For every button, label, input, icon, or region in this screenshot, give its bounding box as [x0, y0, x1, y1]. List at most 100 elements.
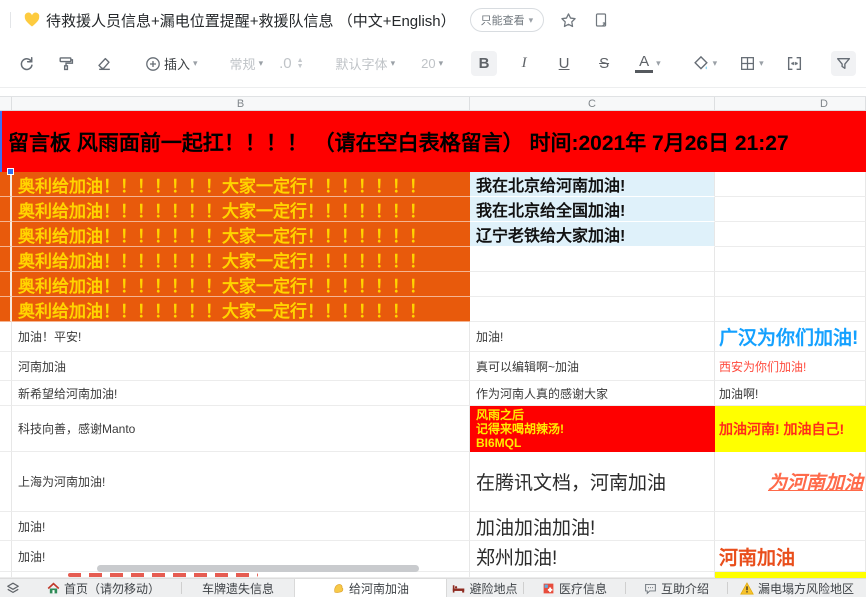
column-header-c[interactable]: C — [470, 97, 715, 110]
sheet-tab-risk-areas[interactable]: 漏电塌方风险地区 — [728, 579, 866, 597]
cell-c[interactable]: 我在北京给全国加油! — [470, 197, 715, 222]
bold-button[interactable]: B — [471, 51, 497, 76]
cell-b[interactable]: 奥利给加油！！！！！！！大家一定行！！！！！！！ — [12, 172, 470, 197]
sheet-tab-license-lost[interactable]: 车牌遗失信息 — [182, 579, 294, 597]
sheet-tab-label: 车牌遗失信息 — [202, 580, 274, 597]
insert-label: 插入 — [164, 54, 190, 73]
cell-d[interactable]: 广汉为你们加油! — [715, 322, 866, 352]
redo-icon[interactable] — [14, 51, 39, 76]
cell-d[interactable] — [715, 222, 866, 247]
cell-text: 郑州加油! — [476, 543, 557, 570]
cell-b[interactable]: 上海为河南加油! — [12, 452, 470, 512]
share-icon[interactable] — [593, 12, 609, 29]
cell-a[interactable] — [0, 406, 12, 452]
sheet-tab-shelter[interactable]: 避险地点 — [447, 579, 523, 597]
banner-row[interactable]: 留言板 风雨面前一起扛！！！！ （请在空白表格留言） 时间:2021年 7月26… — [0, 111, 866, 172]
cell-b[interactable]: 奥利给加油！！！！！！！大家一定行！！！！！！！ — [12, 222, 470, 247]
cell-c[interactable]: 风雨之后 记得来喝胡辣汤! BI6MQL — [470, 406, 715, 452]
decimal-stepper[interactable]: .0 ▲▼ — [275, 51, 307, 76]
cell-b[interactable]: 奥利给加油！！！！！！！大家一定行！！！！！！！ — [12, 272, 470, 297]
cell-d[interactable] — [715, 572, 866, 578]
cell-d[interactable]: 加油河南! 加油自己! — [715, 406, 866, 452]
cell-c[interactable]: 作为河南人真的感谢大家 — [470, 381, 715, 406]
font-color-button[interactable]: A ▾ — [631, 50, 665, 77]
table-row-clipped — [0, 572, 866, 578]
cell-a[interactable] — [0, 572, 12, 578]
cell-d[interactable]: 河南加油 — [715, 541, 866, 572]
cell-b[interactable]: 河南加油 — [12, 352, 470, 381]
sheet-tab-henan-cheer[interactable]: 给河南加油 — [294, 579, 447, 597]
cell-b[interactable]: 奥利给加油！！！！！！！大家一定行！！！！！！！ — [12, 247, 470, 272]
cell-a[interactable] — [0, 512, 12, 541]
strikethrough-button[interactable]: S — [591, 51, 617, 76]
format-painter-icon[interactable] — [53, 51, 78, 76]
cell-a[interactable] — [0, 172, 12, 197]
cell-a[interactable] — [0, 352, 12, 381]
cell-c[interactable]: 我在北京给河南加油! — [470, 172, 715, 197]
italic-button[interactable]: I — [511, 51, 537, 76]
star-icon[interactable] — [560, 12, 577, 29]
borders-button[interactable]: ▾ — [735, 51, 768, 76]
fill-color-button[interactable]: ▾ — [689, 51, 722, 76]
column-header-a[interactable] — [0, 97, 12, 110]
cell-d[interactable] — [715, 197, 866, 222]
cell-b[interactable] — [12, 572, 470, 578]
home-icon — [47, 582, 60, 595]
number-format-dropdown[interactable]: 常规 ▾ — [226, 50, 268, 77]
cell-c[interactable]: 郑州加油! — [470, 541, 715, 572]
cell-a[interactable] — [0, 541, 12, 572]
cell-text: 加油河南! 加油自己! — [719, 419, 844, 439]
cell-b[interactable]: 加油! — [12, 512, 470, 541]
cell-a[interactable] — [0, 297, 12, 322]
selection-handle[interactable] — [7, 168, 14, 175]
horizontal-scrollbar[interactable] — [97, 565, 419, 572]
sheet-tab-home[interactable]: 首页（请勿移动） — [26, 579, 181, 597]
cell-a[interactable] — [0, 272, 12, 297]
cell-b[interactable]: 科技向善，感谢Manto — [12, 406, 470, 452]
insert-button[interactable]: 插入 ▾ — [141, 50, 202, 77]
sheet-tab-mutual-aid[interactable]: 互助介绍 — [626, 579, 727, 597]
cell-c[interactable]: 加油加油加油! — [470, 512, 715, 541]
cell-c[interactable] — [470, 247, 715, 272]
cell-d[interactable]: 西安为你们加油! — [715, 352, 866, 381]
cell-text: 奥利给加油！！！！！！！大家一定行！！！！！！！ — [18, 172, 426, 197]
cell-a[interactable] — [0, 247, 12, 272]
cell-c[interactable]: 在腾讯文档，河南加油 — [470, 452, 715, 512]
cell-d[interactable] — [715, 512, 866, 541]
cell-a[interactable] — [0, 322, 12, 352]
cell-c[interactable]: 辽宁老铁给大家加油! — [470, 222, 715, 247]
filter-button[interactable] — [831, 51, 856, 76]
permission-badge-label: 只能查看 — [481, 12, 525, 28]
cell-c[interactable] — [470, 572, 715, 578]
column-header-d[interactable]: D — [715, 97, 866, 110]
eraser-icon[interactable] — [92, 51, 117, 76]
cell-a[interactable] — [0, 197, 12, 222]
cell-a[interactable] — [0, 222, 12, 247]
cell-d[interactable] — [715, 297, 866, 322]
cell-b[interactable]: 新希望给河南加油! — [12, 381, 470, 406]
sheet-list-icon[interactable] — [0, 579, 26, 597]
table-row: 科技向善，感谢Manto 风雨之后 记得来喝胡辣汤! BI6MQL 加油河南! … — [0, 406, 866, 452]
cell-d[interactable]: 为河南加油 — [715, 452, 866, 512]
cell-d[interactable] — [715, 247, 866, 272]
cell-d[interactable] — [715, 272, 866, 297]
cell-b[interactable]: 加油！平安! — [12, 322, 470, 352]
cell-b[interactable]: 奥利给加油！！！！！！！大家一定行！！！！！！！ — [12, 297, 470, 322]
font-name-dropdown[interactable]: 默认字体 ▾ — [332, 50, 400, 77]
cell-text: 科技向善，感谢Manto — [18, 420, 135, 437]
font-size-dropdown[interactable]: 20 ▾ — [417, 52, 447, 75]
cell-d[interactable]: 加油啊! — [715, 381, 866, 406]
cell-a[interactable] — [0, 452, 12, 512]
cell-b[interactable]: 奥利给加油！！！！！！！大家一定行！！！！！！！ — [12, 197, 470, 222]
permission-badge[interactable]: 只能查看 ▾ — [470, 8, 545, 32]
column-header-b[interactable]: B — [12, 97, 470, 110]
cell-d[interactable] — [715, 172, 866, 197]
merge-cells-button[interactable] — [782, 51, 807, 76]
cell-c[interactable] — [470, 297, 715, 322]
sheet-tab-medical[interactable]: 医疗信息 — [524, 579, 625, 597]
cell-a[interactable] — [0, 381, 12, 406]
cell-c[interactable]: 加油! — [470, 322, 715, 352]
cell-c[interactable]: 真可以编辑啊~加油 — [470, 352, 715, 381]
cell-c[interactable] — [470, 272, 715, 297]
underline-button[interactable]: U — [551, 51, 577, 76]
